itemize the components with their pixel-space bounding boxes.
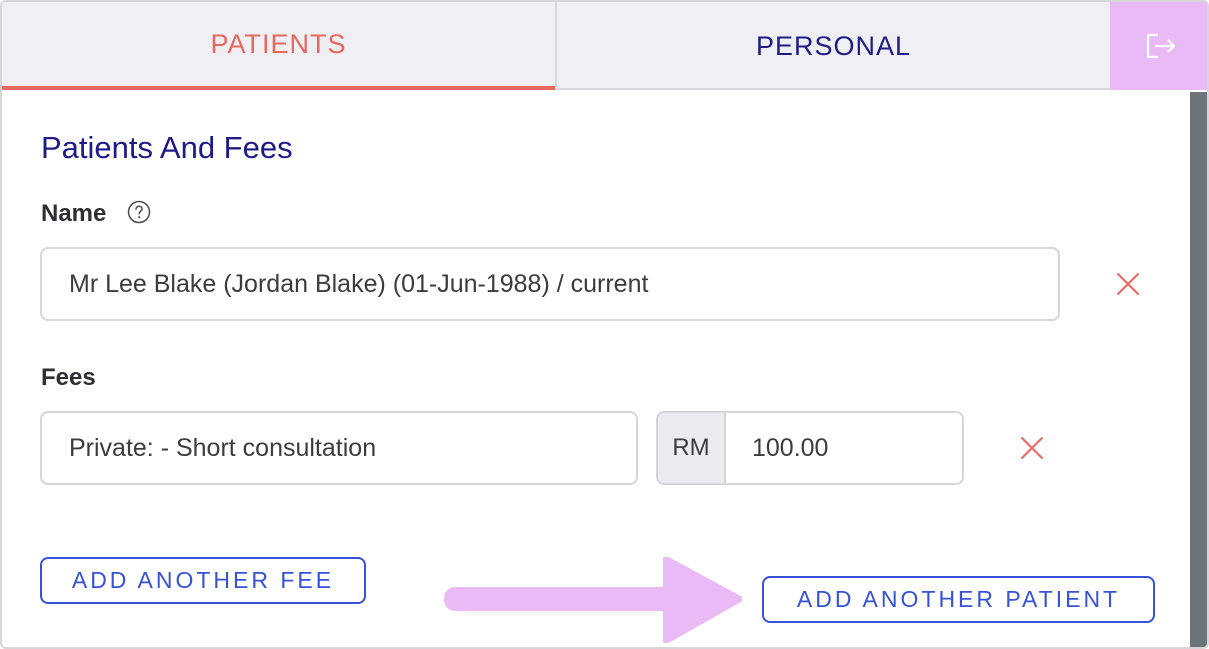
highlight-arrow-icon — [444, 557, 742, 643]
remove-fee-icon[interactable] — [1019, 435, 1045, 461]
logout-icon — [1146, 33, 1175, 59]
add-another-patient-button[interactable]: ADD ANOTHER PATIENT — [762, 576, 1155, 623]
scrollbar[interactable] — [1190, 92, 1207, 647]
section-title: Patients And Fees — [41, 130, 293, 165]
currency-addon: RM — [658, 413, 726, 483]
fees-label: Fees — [41, 364, 96, 391]
tab-bar: PATIENTS PERSONAL — [2, 2, 1207, 90]
patient-name-field[interactable]: Mr Lee Blake (Jordan Blake) (01-Jun-1988… — [40, 247, 1060, 321]
tab-patients[interactable]: PATIENTS — [2, 2, 555, 90]
tab-personal[interactable]: PERSONAL — [555, 2, 1110, 90]
form-panel: PATIENTS PERSONAL Patients And Fees Name… — [0, 0, 1209, 649]
fee-type-field[interactable]: Private: - Short consultation — [40, 411, 638, 485]
remove-patient-icon[interactable] — [1115, 271, 1141, 297]
help-icon[interactable] — [127, 200, 151, 224]
fee-amount-group: RM 100.00 — [656, 411, 964, 485]
name-label: Name — [41, 200, 107, 227]
add-another-fee-button[interactable]: ADD ANOTHER FEE — [40, 557, 366, 604]
logout-button[interactable] — [1110, 2, 1207, 90]
fee-amount-input[interactable]: 100.00 — [726, 413, 962, 483]
